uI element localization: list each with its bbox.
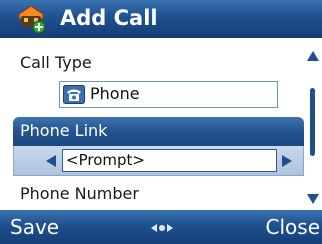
arrow-left-icon[interactable]: [45, 155, 57, 167]
scroll-thumb[interactable]: [310, 88, 315, 156]
save-button[interactable]: Save: [10, 215, 59, 239]
arrow-right-icon[interactable]: [281, 155, 293, 167]
scrollbar[interactable]: [304, 38, 322, 210]
navigation-indicator-icon: [151, 224, 173, 232]
close-button[interactable]: Close: [266, 215, 320, 239]
phone-link-field[interactable]: <Prompt>: [62, 149, 277, 172]
call-type-value: Phone: [90, 84, 140, 103]
phone-link-selector[interactable]: <Prompt>: [13, 146, 304, 176]
telephone-icon: [63, 85, 85, 104]
phone-link-value: <Prompt>: [66, 151, 145, 169]
call-type-label: Call Type: [20, 53, 92, 72]
title-bar: Add Call: [0, 0, 322, 38]
form-content: Call Type Phone Phone Link <Prompt> Phon…: [0, 38, 304, 210]
phone-link-header: Phone Link: [13, 117, 304, 146]
scroll-down-icon[interactable]: [306, 193, 320, 205]
softkey-bar: Save Close: [0, 210, 322, 244]
phone-link-label: Phone Link: [20, 121, 108, 140]
phone-number-label: Phone Number: [20, 184, 139, 203]
call-type-field[interactable]: Phone: [59, 81, 278, 108]
scroll-up-icon[interactable]: [306, 50, 320, 62]
window-title: Add Call: [60, 6, 158, 30]
add-call-icon: [18, 5, 46, 34]
